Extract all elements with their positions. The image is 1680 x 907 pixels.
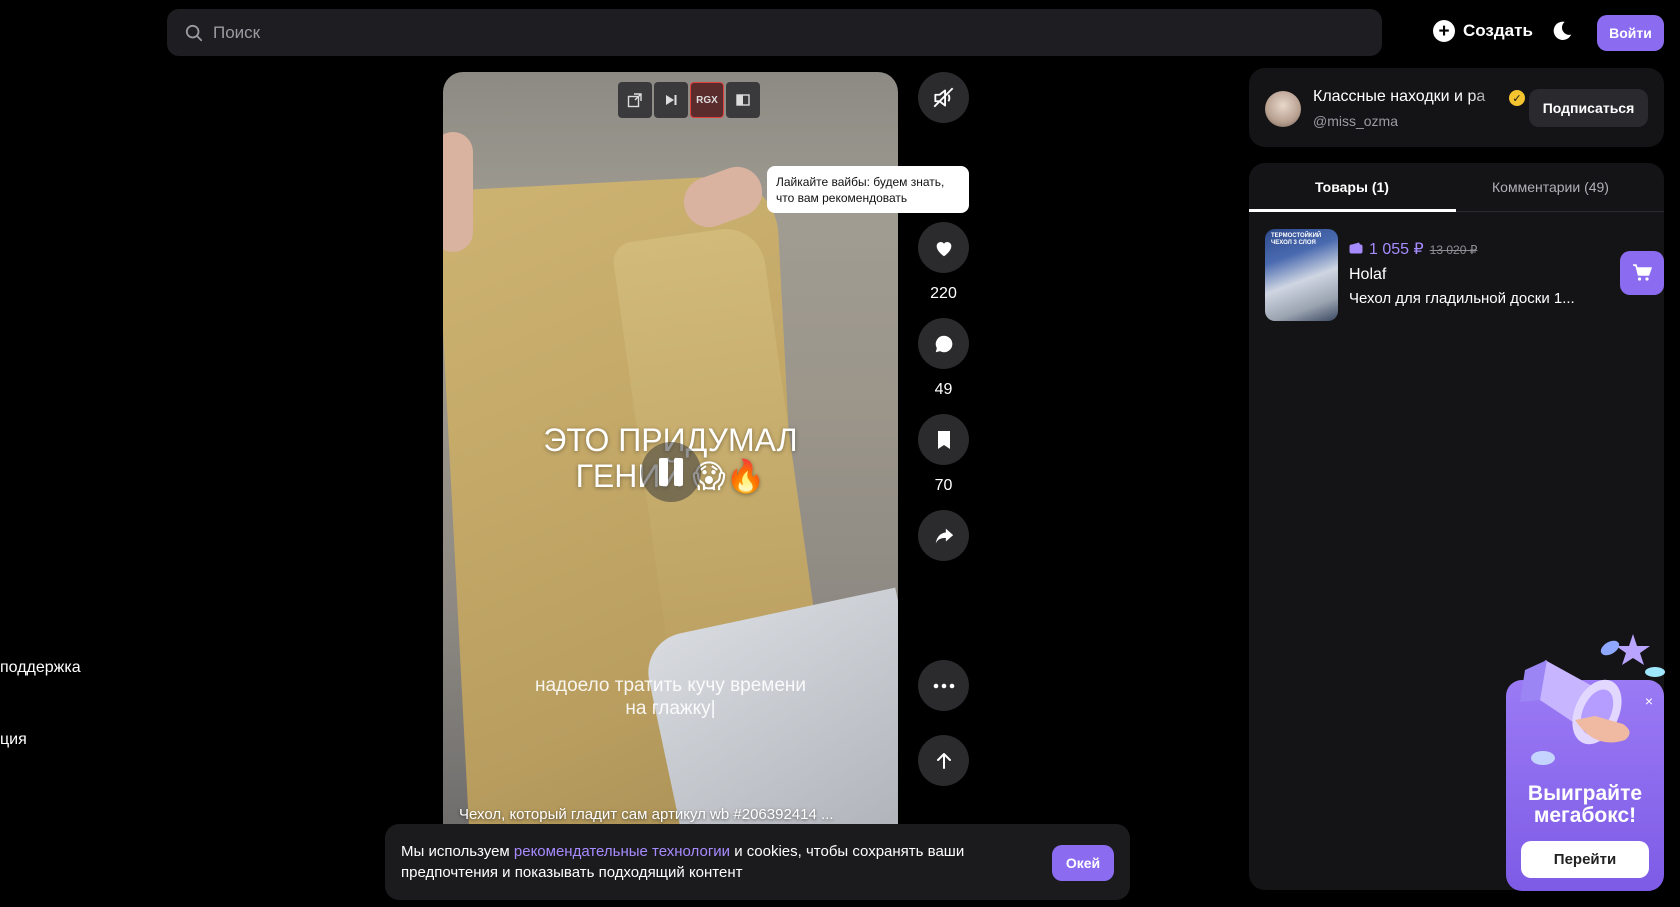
video-caption[interactable]: Чехол, который гладит сам артикул wb #20… bbox=[459, 806, 834, 823]
previous-video-button[interactable] bbox=[918, 735, 969, 786]
like-tooltip: Лайкайте вайбы: будем знать, что вам рек… bbox=[767, 166, 969, 213]
product-thumbnail[interactable]: ТЕРМОСТОЙКИЙ ЧЕХОЛ 3 СЛОЯ bbox=[1265, 229, 1338, 321]
sidebar-item-partial[interactable]: ция bbox=[0, 731, 27, 749]
product-brand: Holaf bbox=[1349, 266, 1387, 283]
cookie-text-before: Мы используем bbox=[401, 843, 514, 860]
cart-icon bbox=[1633, 264, 1652, 281]
popout-icon[interactable] bbox=[618, 82, 652, 118]
share-icon bbox=[935, 528, 953, 543]
video-frame-hand-left bbox=[443, 132, 473, 252]
login-button[interactable]: Войти bbox=[1597, 15, 1664, 51]
promo-title-line-2: мегабокс! bbox=[1533, 804, 1637, 827]
wallet-icon bbox=[1349, 242, 1363, 254]
cookie-ok-button[interactable]: Окей bbox=[1052, 845, 1114, 881]
more-dots-icon bbox=[933, 683, 954, 688]
verified-icon: ✓ bbox=[1509, 90, 1525, 106]
product-old-price: 13 020 ₽ bbox=[1429, 243, 1478, 257]
search-icon bbox=[185, 24, 203, 41]
moon-icon[interactable] bbox=[1551, 20, 1573, 42]
mute-button[interactable] bbox=[918, 72, 969, 123]
tab-products[interactable]: Товары (1) bbox=[1315, 179, 1389, 195]
create-label: Создать bbox=[1463, 21, 1533, 40]
subtitle-line-2: на глажку| bbox=[625, 698, 716, 719]
like-button[interactable] bbox=[918, 222, 969, 273]
product-item[interactable]: ТЕРМОСТОЙКИЙ ЧЕХОЛ 3 СЛОЯ 1 055 ₽ 13 020… bbox=[1265, 229, 1664, 321]
sound-off-icon bbox=[933, 87, 953, 107]
heart-icon bbox=[936, 241, 951, 256]
add-to-cart-button[interactable] bbox=[1620, 251, 1664, 295]
promo-go-button[interactable]: Перейти bbox=[1521, 841, 1649, 878]
pause-button[interactable] bbox=[641, 442, 701, 502]
thumbnail-text: ТЕРМОСТОЙКИЙ ЧЕХОЛ 3 СЛОЯ bbox=[1271, 233, 1322, 246]
megaphone-icon bbox=[1520, 634, 1665, 765]
comments-count: 49 bbox=[934, 381, 953, 398]
arrow-up-icon bbox=[936, 752, 951, 769]
saves-count: 70 bbox=[934, 477, 953, 494]
pip-icon[interactable] bbox=[726, 82, 760, 118]
tab-comments[interactable]: Комментарии (49) bbox=[1492, 179, 1609, 195]
save-button[interactable] bbox=[918, 414, 969, 465]
create-button[interactable]: + Создать bbox=[1433, 20, 1533, 42]
video-toolbar: RGX bbox=[618, 82, 760, 118]
author-name[interactable]: Классные находки и ра bbox=[1313, 88, 1508, 106]
search-bar[interactable] bbox=[167, 9, 1382, 56]
price-row: 1 055 ₽ 13 020 ₽ bbox=[1349, 239, 1477, 259]
subscribe-button[interactable]: Подписаться bbox=[1529, 89, 1648, 127]
avatar[interactable] bbox=[1265, 91, 1301, 127]
pause-icon-bar bbox=[674, 458, 683, 486]
rgx-button[interactable]: RGX bbox=[690, 82, 724, 118]
recommendation-tech-link[interactable]: рекомендательные технологии bbox=[514, 843, 730, 860]
subtitle-line-1: надоело тратить кучу времени bbox=[534, 675, 807, 696]
likes-count: 220 bbox=[930, 285, 957, 302]
product-name: Чехол для гладильной доски 1... bbox=[1349, 290, 1575, 307]
comment-icon bbox=[935, 335, 952, 352]
panel-tabs: Товары (1) Комментарии (49) bbox=[1249, 163, 1664, 212]
share-button[interactable] bbox=[918, 510, 969, 561]
author-card: Классные находки и ра ✓ @miss_ozma Подпи… bbox=[1249, 68, 1664, 147]
search-input[interactable] bbox=[213, 22, 1382, 43]
product-price: 1 055 ₽ bbox=[1369, 241, 1424, 258]
plus-icon: + bbox=[1433, 20, 1455, 42]
tab-active-indicator bbox=[1249, 209, 1456, 212]
promo-title-line-1: Выиграйте bbox=[1527, 782, 1643, 805]
sidebar-item-support[interactable]: поддержка bbox=[0, 659, 81, 677]
bookmark-icon bbox=[937, 430, 950, 449]
close-icon[interactable]: × bbox=[1641, 693, 1657, 709]
cookie-text: Мы используем рекомендательные технологи… bbox=[401, 841, 1041, 883]
cookie-banner: Мы используем рекомендательные технологи… bbox=[385, 824, 1130, 900]
author-handle[interactable]: @miss_ozma bbox=[1313, 113, 1398, 129]
comments-button[interactable] bbox=[918, 318, 969, 369]
more-button[interactable] bbox=[918, 660, 969, 711]
video-subtitle: надоело тратить кучу времени на глажку| bbox=[443, 674, 898, 720]
pause-icon bbox=[659, 458, 668, 486]
next-frame-icon[interactable] bbox=[654, 82, 688, 118]
promo-title: Выиграйте мегабокс! bbox=[1506, 783, 1664, 827]
